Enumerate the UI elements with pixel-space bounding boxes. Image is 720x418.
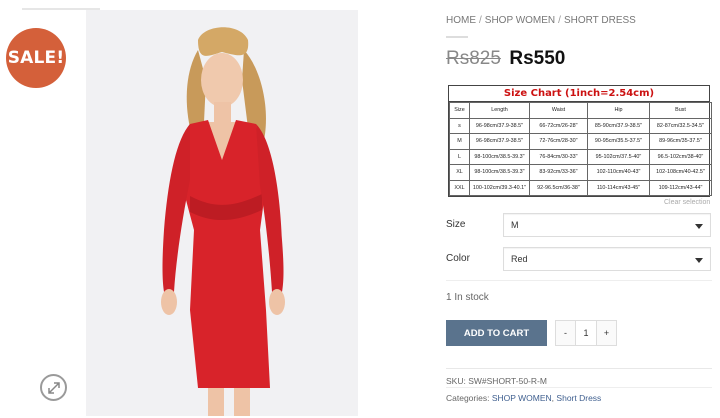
size-cell: 109-112cm/43-44" bbox=[649, 179, 712, 196]
size-chart-header: Length bbox=[469, 102, 530, 119]
color-label: Color bbox=[446, 253, 470, 264]
size-cell: 76-84cm/30-33" bbox=[529, 148, 588, 165]
stock-status: 1 In stock bbox=[446, 292, 489, 303]
sku-label: SKU: bbox=[446, 376, 466, 386]
meta-divider bbox=[446, 387, 712, 388]
add-to-cart-button[interactable]: ADD TO CART bbox=[446, 320, 547, 346]
size-selected-value: M bbox=[511, 220, 519, 230]
size-chart-table: Size Length Waist Hip Bust s 96-98cm/37.… bbox=[449, 102, 712, 196]
expand-arrows-icon bbox=[47, 381, 60, 394]
size-chart-header: Bust bbox=[649, 102, 712, 119]
zoom-button[interactable] bbox=[40, 374, 67, 401]
size-cell: 102-108cm/40-42.5" bbox=[649, 164, 712, 181]
size-cell: XL bbox=[449, 164, 470, 181]
size-cell: s bbox=[449, 117, 470, 134]
breadcrumb-separator: / bbox=[558, 15, 561, 26]
size-cell: 100-102cm/39.3-40.1" bbox=[469, 179, 530, 196]
size-cell: 72-76cm/28-30" bbox=[529, 133, 588, 150]
breadcrumb-short-dress[interactable]: SHORT DRESS bbox=[564, 15, 636, 26]
size-cell: 96.5-102cm/38-40" bbox=[649, 148, 712, 165]
clear-selection-link[interactable]: Clear selection bbox=[664, 199, 710, 206]
breadcrumb-divider bbox=[446, 36, 468, 38]
size-chart-header: Hip bbox=[587, 102, 650, 119]
size-cell: 66-72cm/26-28" bbox=[529, 117, 588, 134]
size-chart-row: s 96-98cm/37.9-38.5" 66-72cm/26-28" 85-9… bbox=[449, 117, 712, 134]
size-chart: Size Chart (1inch=2.54cm) Size Length Wa… bbox=[448, 85, 712, 197]
categories-separator: , bbox=[551, 393, 555, 403]
breadcrumb: HOME / SHOP WOMEN / SHORT DRESS bbox=[446, 15, 636, 26]
size-cell: 110-114cm/43-45" bbox=[587, 179, 650, 196]
old-price: Rs825 bbox=[446, 48, 501, 69]
size-cell: 92-96.5cm/36-38" bbox=[529, 179, 588, 196]
price: Rs825 Rs550 bbox=[446, 48, 565, 70]
size-chart-row: M 96-98cm/37.9-38.5" 72-76cm/28-30" 90-9… bbox=[449, 133, 712, 150]
categories: Categories: SHOP WOMEN, Short Dress bbox=[446, 393, 601, 403]
options-divider bbox=[446, 280, 712, 281]
size-chart-row: XL 98-100cm/38.5-39.3" 83-92cm/33-36" 10… bbox=[449, 164, 712, 181]
dress-shape bbox=[186, 120, 270, 388]
size-chart-header-row: Size Length Waist Hip Bust bbox=[449, 102, 712, 119]
quantity-stepper: - 1 + bbox=[555, 320, 617, 346]
size-cell: 85-90cm/37.9-38.5" bbox=[587, 117, 650, 134]
model-in-red-dress-image bbox=[86, 10, 358, 416]
sale-badge: SALE! bbox=[6, 28, 66, 88]
size-cell: M bbox=[449, 133, 470, 150]
meta-divider bbox=[446, 368, 712, 369]
category-link-short-dress[interactable]: Short Dress bbox=[556, 393, 601, 403]
categories-label: Categories: bbox=[446, 393, 490, 403]
sale-price: Rs550 bbox=[509, 48, 566, 69]
size-label: Size bbox=[446, 219, 466, 230]
size-cell: XXL bbox=[449, 179, 470, 196]
size-cell: 95-102cm/37.5-40" bbox=[587, 148, 650, 165]
chevron-down-icon bbox=[695, 258, 703, 263]
size-cell: 98-100cm/38.5-39.3" bbox=[469, 148, 530, 165]
category-link-shop-women[interactable]: SHOP WOMEN bbox=[492, 393, 552, 403]
sku: SKU: SW#SHORT-50-R-M bbox=[446, 376, 547, 386]
size-select[interactable]: M bbox=[503, 213, 711, 237]
product-image[interactable] bbox=[86, 10, 358, 416]
quantity-input[interactable]: 1 bbox=[575, 321, 597, 345]
size-chart-header: Waist bbox=[529, 102, 588, 119]
color-select[interactable]: Red bbox=[503, 247, 711, 271]
sku-value: SW#SHORT-50-R-M bbox=[468, 376, 547, 386]
size-cell: 102-110cm/40-43" bbox=[587, 164, 650, 181]
size-cell: 98-100cm/38.5-39.3" bbox=[469, 164, 530, 181]
size-chart-header: Size bbox=[449, 102, 470, 119]
breadcrumb-separator: / bbox=[479, 15, 482, 26]
quantity-plus-button[interactable]: + bbox=[597, 321, 616, 345]
breadcrumb-home[interactable]: HOME bbox=[446, 15, 476, 26]
size-cell: 96-98cm/37.9-38.5" bbox=[469, 133, 530, 150]
size-chart-title: Size Chart (1inch=2.54cm) bbox=[449, 86, 709, 102]
size-cell: 90-95cm/35.5-37.5" bbox=[587, 133, 650, 150]
chevron-down-icon bbox=[695, 224, 703, 229]
size-chart-row: XXL 100-102cm/39.3-40.1" 92-96.5cm/36-38… bbox=[449, 179, 712, 196]
size-cell: 82-87cm/32.5-34.5" bbox=[649, 117, 712, 134]
size-cell: 83-92cm/33-36" bbox=[529, 164, 588, 181]
size-cell: L bbox=[449, 148, 470, 165]
size-cell: 96-98cm/37.9-38.5" bbox=[469, 117, 530, 134]
size-chart-row: L 98-100cm/38.5-39.3" 76-84cm/30-33" 95-… bbox=[449, 148, 712, 165]
quantity-minus-button[interactable]: - bbox=[556, 321, 575, 345]
color-selected-value: Red bbox=[511, 254, 528, 264]
breadcrumb-shop-women[interactable]: SHOP WOMEN bbox=[485, 15, 555, 26]
size-cell: 89-96cm/35-37.5" bbox=[649, 133, 712, 150]
